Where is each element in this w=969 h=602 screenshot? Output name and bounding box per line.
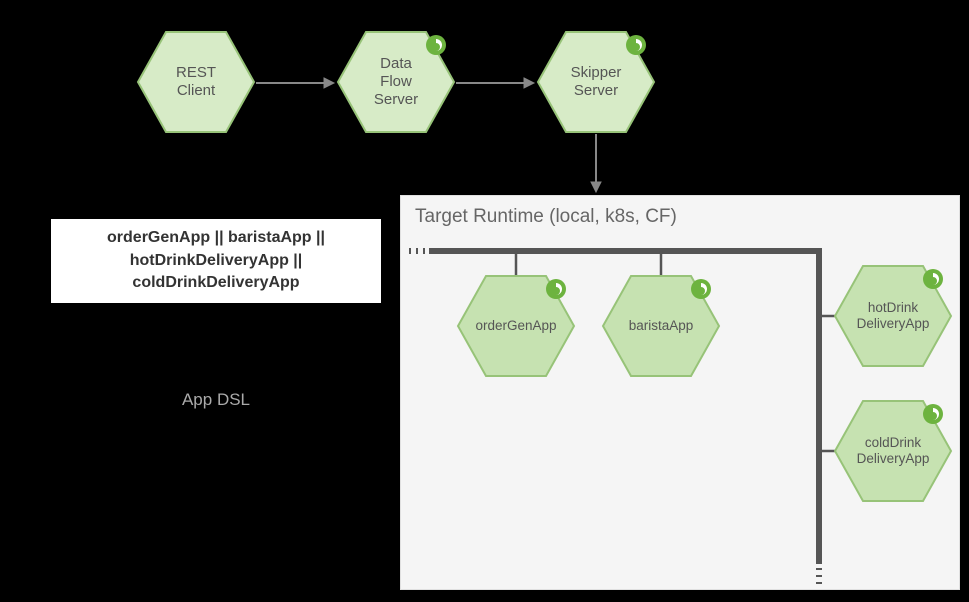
data-flow-server-label: Data Flow Server bbox=[374, 55, 418, 109]
colddrinkdeliveryapp-label: coldDrink DeliveryApp bbox=[857, 435, 930, 467]
hex-hotdrinkdeliveryapp: hotDrink DeliveryApp bbox=[833, 264, 953, 368]
hotdrinkdeliveryapp-label: hotDrink DeliveryApp bbox=[857, 300, 930, 332]
spring-icon bbox=[922, 403, 944, 425]
spring-icon bbox=[922, 268, 944, 290]
app-dsl-box: orderGenApp || baristaApp || hotDrinkDel… bbox=[51, 219, 381, 303]
spring-icon bbox=[425, 34, 447, 56]
pipeline-bars bbox=[401, 196, 961, 591]
baristaapp-label: baristaApp bbox=[629, 318, 694, 334]
spring-icon bbox=[690, 278, 712, 300]
hex-data-flow-server: Data Flow Server bbox=[336, 30, 456, 134]
spring-icon bbox=[625, 34, 647, 56]
skipper-server-label: Skipper Server bbox=[571, 64, 622, 100]
hex-skipper-server: Skipper Server bbox=[536, 30, 656, 134]
app-dsl-caption: App DSL bbox=[51, 390, 381, 410]
spring-icon bbox=[545, 278, 567, 300]
arrow-dataflow-to-skipper bbox=[456, 76, 536, 90]
hex-colddrinkdeliveryapp: coldDrink DeliveryApp bbox=[833, 399, 953, 503]
arrow-rest-to-dataflow bbox=[256, 76, 336, 90]
rest-client-label: REST Client bbox=[176, 64, 216, 100]
arrow-skipper-to-runtime bbox=[589, 134, 603, 194]
target-runtime-box: Target Runtime (local, k8s, CF) bbox=[400, 195, 960, 590]
hex-baristaapp: baristaApp bbox=[601, 274, 721, 378]
hex-ordergenapp: orderGenApp bbox=[456, 274, 576, 378]
app-dsl-text: orderGenApp || baristaApp || hotDrinkDel… bbox=[59, 227, 373, 294]
hex-rest-client: REST Client bbox=[136, 30, 256, 134]
ordergenapp-label: orderGenApp bbox=[475, 318, 556, 334]
